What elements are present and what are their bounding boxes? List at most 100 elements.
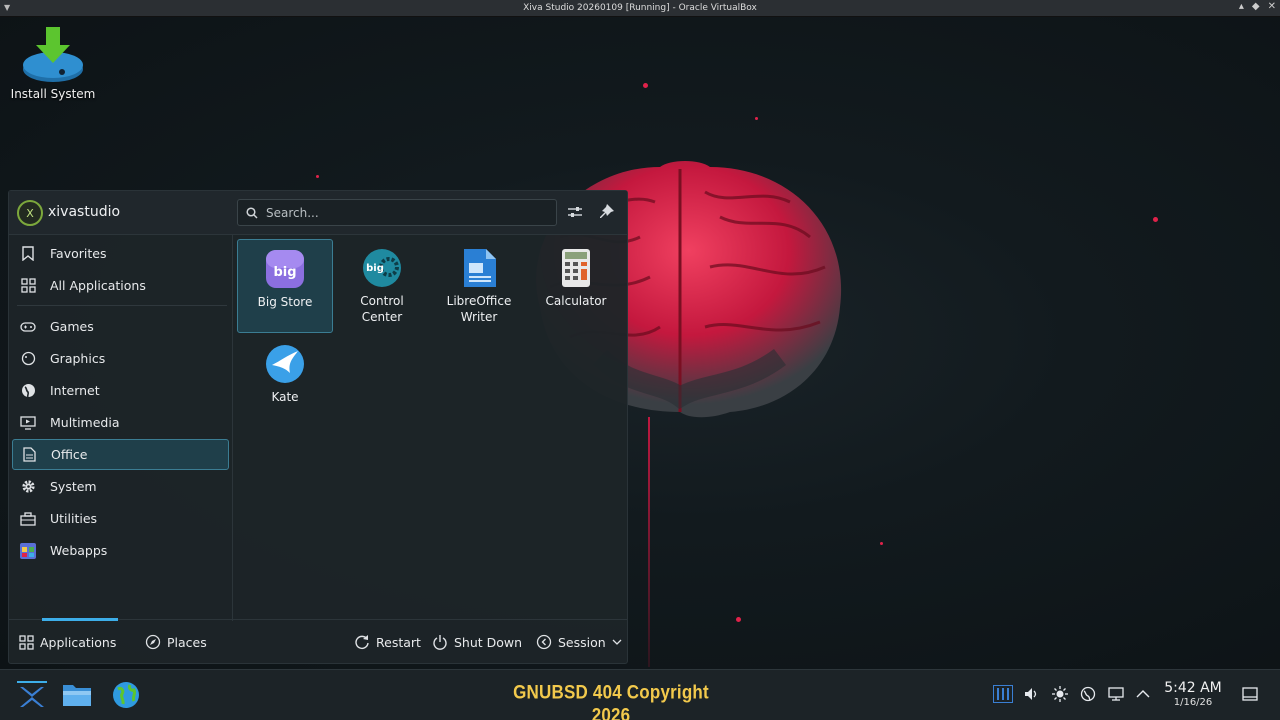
window-menu-icon[interactable]: ▼ [4,3,10,12]
category-internet[interactable]: Internet [12,375,229,406]
user-avatar[interactable]: X [17,200,43,226]
display-button[interactable] [1106,684,1126,704]
show-hidden-icons-button[interactable] [1133,684,1153,704]
monitor-icon [1108,687,1124,701]
search-box[interactable] [237,199,557,226]
network-button[interactable] [1078,684,1098,704]
application-grid: big Big Store big Control Center LibreOf… [237,239,627,619]
category-all-applications[interactable]: All Applications [12,270,229,301]
category-system[interactable]: System [12,471,229,502]
wallpaper-dot [643,83,648,88]
category-graphics[interactable]: Graphics [12,343,229,374]
tab-places[interactable]: Places [145,632,207,652]
session-button[interactable]: Session [536,632,622,652]
show-desktop-button[interactable] [1240,684,1260,704]
wallpaper-dot [1153,217,1158,222]
install-system-shortcut[interactable]: Install System [10,25,96,101]
restart-button[interactable]: Restart [354,632,421,652]
globe-icon [20,383,36,399]
category-label: Office [51,447,88,462]
session-icon [536,634,552,650]
search-input[interactable] [266,205,546,220]
configure-button[interactable] [565,202,585,222]
start-menu-button[interactable] [15,678,49,712]
toolbox-icon [20,511,36,527]
activity-bars-icon [993,685,1013,703]
big-store-icon: big [266,250,304,288]
pin-icon [600,204,614,218]
launcher-header: X xivastudio [9,191,627,235]
libreoffice-writer-icon [464,249,496,287]
app-big-store[interactable]: big Big Store [237,239,333,333]
tab-applications[interactable]: Applications [19,632,116,652]
category-webapps[interactable]: Webapps [12,535,229,566]
control-center-icon: big [363,249,401,287]
category-list: Favorites All Applications Games Graphic… [9,235,233,621]
clock-date[interactable]: 1/16/26 [1160,697,1226,708]
category-games[interactable]: Games [12,311,229,342]
web-browser-button[interactable] [109,678,143,712]
svg-text:big: big [366,263,384,274]
category-label: Favorites [50,246,107,261]
restore-icon[interactable]: ◆ [1252,1,1260,12]
brain-stem-decoration [648,417,650,667]
category-label: Webapps [50,543,108,558]
category-label: All Applications [50,278,146,293]
power-icon [433,635,447,650]
taskbar: GNUBSD 404 Copyright 2026 5:42 AM 1/16/2… [0,669,1280,720]
close-icon[interactable]: ✕ [1268,1,1276,12]
tab-places-label: Places [167,634,207,650]
minimize-icon[interactable]: ▴ [1239,1,1244,12]
grid-icon [19,634,34,650]
compass-icon [145,634,161,650]
session-label: Session [558,634,606,650]
app-name: Big Store [257,295,313,309]
xiva-logo-icon [17,681,47,707]
wallpaper-dot [880,542,883,545]
category-label: Utilities [50,511,98,526]
tray-activity-indicator[interactable] [993,684,1013,704]
document-icon [21,447,37,463]
monitor-play-icon [20,415,36,431]
sliders-icon [568,207,582,217]
application-launcher: X xivastudio Favorites All Applications … [8,190,628,664]
app-control-center[interactable]: big Control Center [334,239,430,333]
globe-icon [113,682,139,708]
username: xivastudio [48,204,121,220]
active-tab-indicator [42,618,118,621]
category-label: Graphics [50,351,106,366]
category-multimedia[interactable]: Multimedia [12,407,229,438]
gear-icon [20,479,36,495]
svg-text:big: big [273,265,296,280]
clock-time[interactable]: 5:42 AM [1160,680,1226,696]
category-label: Games [50,319,94,334]
wallpaper-dot [736,617,741,622]
file-manager-button[interactable] [60,678,94,712]
app-name: Kate [271,390,299,404]
app-calculator[interactable]: Calculator [528,239,624,333]
folder-icon [63,685,91,706]
speaker-icon [1025,688,1037,700]
category-label: System [50,479,97,494]
brightness-button[interactable] [1050,684,1070,704]
restart-label: Restart [376,634,421,650]
category-favorites[interactable]: Favorites [12,238,229,269]
volume-button[interactable] [1021,684,1041,704]
pin-button[interactable] [597,202,617,222]
gamepad-icon [20,319,36,335]
app-libreoffice-writer[interactable]: LibreOffice Writer [431,239,527,333]
category-office[interactable]: Office [12,439,229,470]
shutdown-button[interactable]: Shut Down [432,632,522,652]
category-label: Multimedia [50,415,120,430]
webapps-icon [20,542,36,559]
wallpaper-dot [316,175,319,178]
category-utilities[interactable]: Utilities [12,503,229,534]
wallpaper-dot [755,117,758,120]
app-kate[interactable]: Kate [237,335,333,429]
show-desktop-icon [1242,687,1258,701]
launcher-footer: Applications Places Restart Shut Down Se… [9,618,627,663]
app-name: Calculator [545,294,607,308]
network-globe-icon [1080,686,1096,702]
shutdown-label: Shut Down [454,634,523,650]
restart-icon [355,635,369,649]
